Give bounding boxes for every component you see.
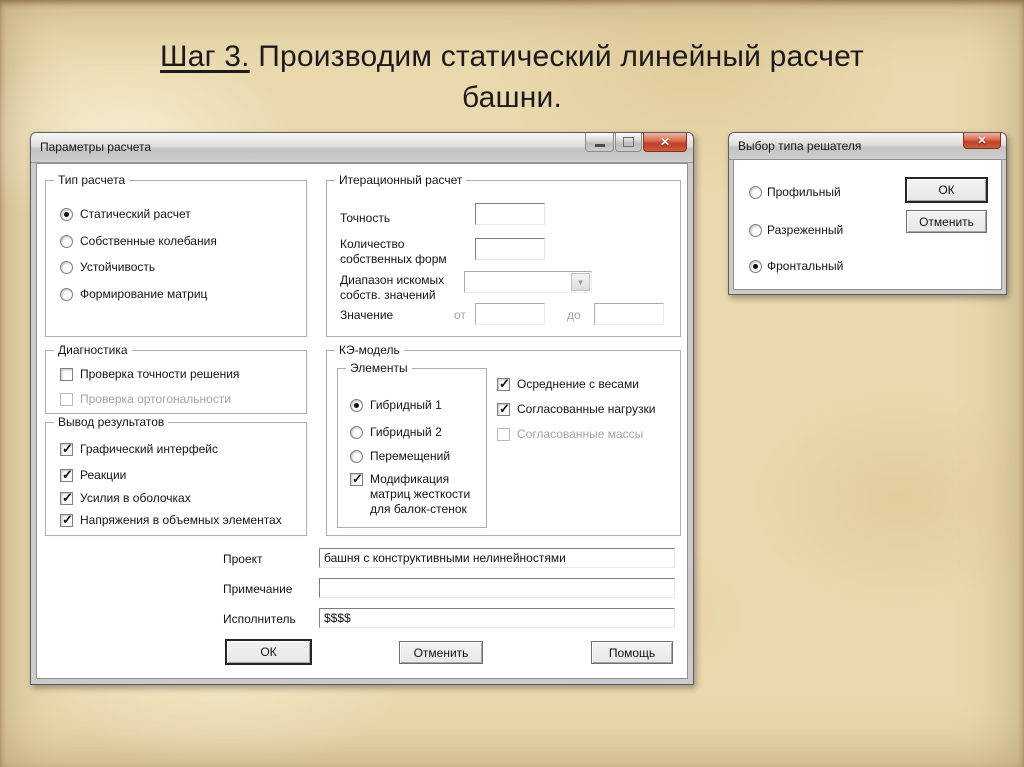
checkbox-shell-forces-label: Усилия в оболочках: [80, 491, 191, 505]
radio-displacements-label: Перемещений: [370, 449, 451, 463]
params-dialog-titlebar[interactable]: Параметры расчета ✕: [31, 133, 693, 163]
project-label: Проект: [223, 552, 263, 566]
group-output-legend: Вывод результатов: [54, 415, 169, 429]
eigen-range-label: Диапазон искомых собств. значений: [340, 273, 445, 302]
radio-stability[interactable]: [60, 261, 73, 274]
solver-close-button[interactable]: ✕: [963, 133, 1001, 149]
chevron-down-icon[interactable]: ▼: [571, 273, 590, 291]
value-label: Значение: [340, 308, 394, 322]
solver-dialog-titlebar[interactable]: Выбор типа решателя ✕: [729, 133, 1006, 160]
eigen-forms-count-input[interactable]: [475, 238, 545, 260]
radio-static-calc[interactable]: [60, 208, 73, 221]
checkbox-consistent-loads-label: Согласованные нагрузки: [517, 402, 656, 416]
radio-matrix-formation-label: Формирование матриц: [80, 287, 208, 301]
solver-dialog-window: Выбор типа решателя ✕ Профильный Разреже…: [728, 132, 1007, 295]
params-dialog-client-area: Тип расчета Статический расчет Собственн…: [36, 163, 688, 679]
group-elements-legend: Элементы: [346, 361, 412, 375]
radio-static-calc-label: Статический расчет: [80, 207, 191, 221]
executor-input[interactable]: [319, 608, 675, 628]
eigen-range-dropdown[interactable]: ▼: [464, 271, 592, 293]
slide-title-rest: Производим статический линейный расчет: [249, 40, 864, 73]
radio-hybrid-2-label: Гибридный 2: [370, 425, 442, 439]
radio-profile-solver-label: Профильный: [767, 185, 841, 199]
close-button[interactable]: ✕: [643, 133, 687, 152]
radio-sparse-solver-label: Разреженный: [767, 223, 844, 237]
radio-displacements[interactable]: [350, 450, 363, 463]
radio-hybrid-1-label: Гибридный 1: [370, 398, 442, 412]
minimize-button[interactable]: [585, 133, 614, 152]
value-to-input: [594, 303, 664, 325]
slide-title-line1: Шаг 3. Производим статический линейный р…: [0, 36, 1024, 77]
minimize-icon: [594, 143, 605, 147]
params-dialog-title: Параметры расчета: [40, 140, 152, 154]
group-diagnostics: Диагностика Проверка точности решения Пр…: [45, 343, 307, 414]
radio-stability-label: Устойчивость: [80, 260, 156, 274]
help-button[interactable]: Помощь: [591, 641, 673, 664]
value-from-input: [475, 303, 545, 325]
solver-dialog-client-area: Профильный Разреженный Фронтальный ОК От…: [733, 159, 1002, 290]
ok-button[interactable]: ОК: [226, 640, 311, 664]
checkbox-orthogonality-check: [60, 393, 73, 406]
checkbox-accuracy-check-label: Проверка точности решения: [80, 367, 240, 381]
group-diagnostics-legend: Диагностика: [54, 343, 132, 357]
slide-title-step: Шаг 3.: [160, 40, 250, 73]
radio-hybrid-1[interactable]: [350, 399, 363, 412]
maximize-icon: [623, 137, 634, 147]
radio-frontal-solver-label: Фронтальный: [767, 259, 844, 273]
checkbox-graphic-interface-label: Графический интерфейс: [80, 442, 218, 456]
group-fe-model: КЭ-модель Элементы Гибридный 1 Гибридный…: [326, 343, 681, 536]
radio-frontal-solver[interactable]: [749, 260, 762, 273]
value-from-label: от: [454, 308, 466, 322]
close-icon: ✕: [659, 135, 671, 149]
eigen-forms-count-label: Количество собственных форм: [340, 237, 447, 266]
checkbox-consistent-masses-label: Согласованные массы: [517, 427, 644, 441]
group-calc-type-legend: Тип расчета: [54, 173, 130, 187]
radio-eigen-vibrations[interactable]: [60, 235, 73, 248]
checkbox-stiffness-modification-label: Модификация матриц жесткости для балок-с…: [370, 472, 471, 516]
note-input[interactable]: [319, 578, 675, 598]
slide-title: Шаг 3. Производим статический линейный р…: [0, 36, 1024, 118]
checkbox-accuracy-check[interactable]: [60, 368, 73, 381]
group-elements: Элементы Гибридный 1 Гибридный 2 Перемещ…: [337, 361, 487, 528]
group-calc-type: Тип расчета Статический расчет Собственн…: [45, 173, 307, 337]
checkbox-graphic-interface[interactable]: [60, 441, 73, 457]
group-iterative-calc: Итерационный расчет Точность Количество …: [326, 173, 681, 337]
solver-dialog-title: Выбор типа решателя: [738, 139, 862, 153]
solver-cancel-button[interactable]: Отменить: [906, 210, 987, 233]
slide-background: Шаг 3. Производим статический линейный р…: [0, 0, 1024, 767]
radio-eigen-vibrations-label: Собственные колебания: [80, 234, 217, 248]
cancel-button[interactable]: Отменить: [399, 641, 483, 664]
radio-matrix-formation[interactable]: [60, 288, 73, 301]
params-dialog-window: Параметры расчета ✕ Тип расчета Статичес…: [30, 132, 694, 685]
radio-profile-solver[interactable]: [749, 186, 762, 199]
checkbox-volume-stresses-label: Напряжения в объемных элементах: [80, 513, 282, 527]
solver-window-caption-buttons: ✕: [963, 133, 1001, 149]
checkbox-weighted-averaging-label: Осреднение с весами: [517, 377, 639, 391]
group-output: Вывод результатов Графический интерфейс …: [45, 415, 307, 536]
checkbox-volume-stresses[interactable]: [60, 512, 73, 528]
checkbox-stiffness-modification[interactable]: [350, 471, 363, 487]
project-input[interactable]: [319, 548, 675, 568]
group-fe-model-legend: КЭ-модель: [335, 343, 404, 357]
radio-hybrid-2[interactable]: [350, 426, 363, 439]
radio-sparse-solver[interactable]: [749, 224, 762, 237]
accuracy-label: Точность: [340, 211, 391, 225]
checkbox-weighted-averaging[interactable]: [497, 376, 510, 392]
slide-title-line2: башни.: [461, 81, 563, 114]
group-iterative-calc-legend: Итерационный расчет: [335, 173, 467, 187]
checkbox-consistent-masses: [497, 428, 510, 441]
accuracy-input[interactable]: [475, 203, 545, 225]
checkbox-consistent-loads[interactable]: [497, 401, 510, 417]
window-caption-buttons: ✕: [585, 133, 687, 152]
note-label: Примечание: [223, 582, 293, 596]
checkbox-shell-forces[interactable]: [60, 490, 73, 506]
checkbox-reactions[interactable]: [60, 467, 73, 483]
value-to-label: до: [567, 308, 581, 322]
solver-ok-button[interactable]: ОК: [906, 178, 987, 202]
checkbox-reactions-label: Реакции: [80, 468, 127, 482]
checkbox-orthogonality-check-label: Проверка ортогональности: [80, 392, 232, 406]
maximize-button[interactable]: [615, 133, 642, 152]
close-icon: ✕: [977, 135, 987, 147]
executor-label: Исполнитель: [223, 612, 296, 626]
